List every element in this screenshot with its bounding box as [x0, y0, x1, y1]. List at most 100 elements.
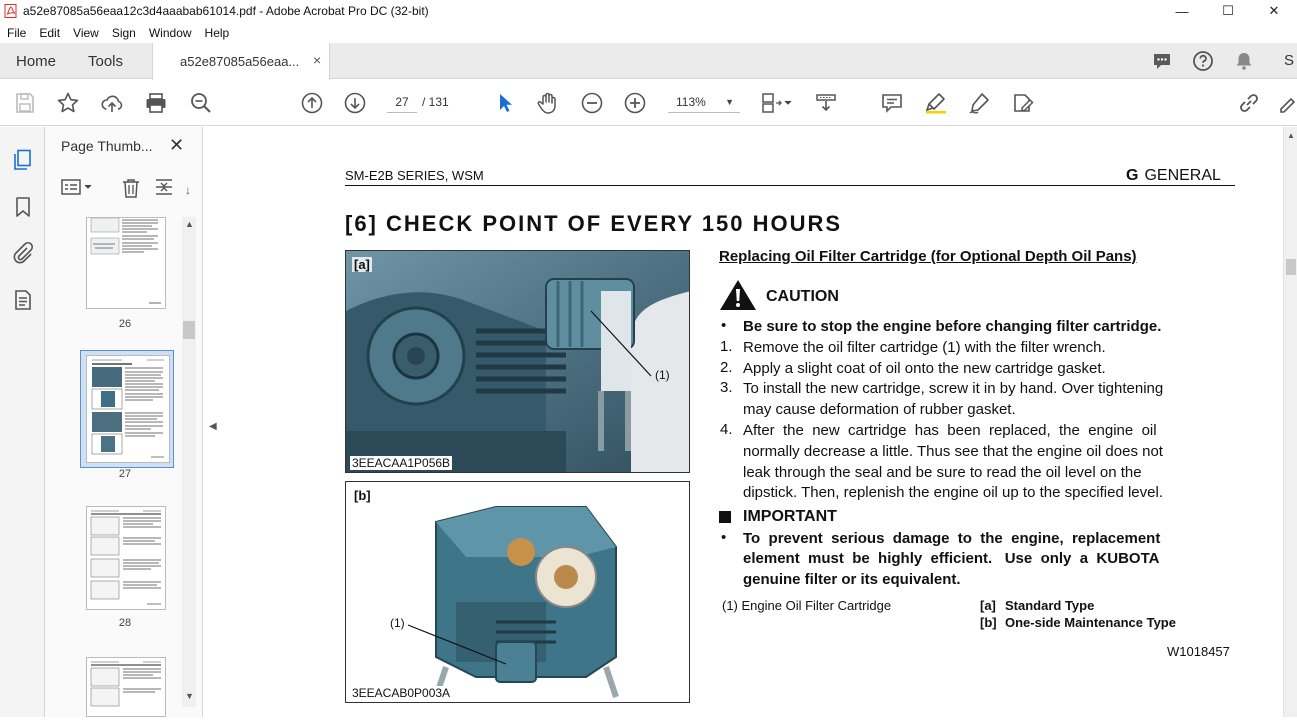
- step-4-line-3: leak through the seal and be sure to rea…: [743, 464, 1142, 481]
- menu-help[interactable]: Help: [198, 26, 236, 40]
- scroll-mode-icon[interactable]: [814, 91, 838, 115]
- important-label: IMPORTANT: [743, 508, 837, 525]
- maximize-button[interactable]: ☐: [1205, 0, 1251, 22]
- photo-b-callout: (1): [390, 616, 405, 630]
- doc-scroll-up-icon[interactable]: ▲: [1287, 131, 1295, 140]
- tab-tools[interactable]: Tools: [88, 53, 123, 70]
- thumbnail-label-28: 28: [118, 617, 132, 629]
- attachments-paperclip-icon[interactable]: [11, 241, 35, 265]
- add-comment-icon[interactable]: [880, 91, 904, 115]
- page-thumbnails-icon[interactable]: [11, 148, 35, 172]
- scroll-up-icon[interactable]: ▲: [185, 219, 194, 229]
- photo-a-tag: [a]: [352, 257, 372, 272]
- zoom-out-icon[interactable]: [580, 91, 604, 115]
- step-4-number: 4.: [720, 421, 733, 438]
- acrobat-pdf-icon: [4, 4, 18, 18]
- notification-bell-icon[interactable]: [1233, 50, 1255, 72]
- edit-pdf-icon[interactable]: [1278, 91, 1297, 115]
- page-number-input[interactable]: 27: [387, 91, 417, 113]
- chevron-down-icon: ▼: [725, 97, 734, 107]
- hand-tool-icon[interactable]: [536, 91, 560, 115]
- legend-item-1: (1) Engine Oil Filter Cartridge: [722, 598, 892, 613]
- more-tools-icon[interactable]: ↓: [185, 183, 191, 197]
- step-4-line-2: normally decrease a little. Thus see tha…: [743, 443, 1163, 460]
- page-fit-icon[interactable]: [760, 91, 796, 115]
- previous-page-icon[interactable]: [300, 91, 324, 115]
- menu-view[interactable]: View: [66, 26, 105, 40]
- thumbnails-scrollbar[interactable]: ▲ ▼: [182, 217, 196, 707]
- zoom-level-select[interactable]: 113% ▼: [668, 91, 740, 113]
- important-line-3: genuine filter or its equivalent.: [743, 571, 961, 588]
- document-scrollbar[interactable]: ▲: [1283, 127, 1297, 717]
- search-zoom-icon[interactable]: [189, 91, 213, 115]
- link-icon[interactable]: [1237, 91, 1261, 115]
- document-view[interactable]: SM-E2B SERIES, WSM G GENERAL [6] CHECK PO…: [221, 127, 1283, 717]
- photo-a-code: 3EEACAA1P056B: [350, 456, 453, 470]
- comment-chat-icon[interactable]: [1151, 50, 1173, 72]
- highlight-pen-icon[interactable]: [924, 91, 948, 115]
- draw-sign-icon[interactable]: [968, 91, 992, 115]
- legend-b-text: One-side Maintenance Type: [1005, 615, 1176, 630]
- thumbnail-page-27[interactable]: [86, 355, 170, 463]
- step-3-line-2: may cause deformation of rubber gasket.: [743, 401, 1016, 418]
- document-reference-code: W1018457: [1167, 644, 1230, 659]
- thumbnails-panel-title: Page Thumb...: [61, 138, 153, 154]
- print-icon[interactable]: [144, 91, 168, 115]
- page-thumbnails-panel: Page Thumb... ✕ ↓ 26 27 28 ▲ ▼: [45, 127, 203, 717]
- photo-b-code: 3EEACAB0P003A: [350, 686, 453, 700]
- select-cursor-icon[interactable]: [493, 91, 517, 115]
- delete-trash-icon[interactable]: [120, 177, 142, 199]
- bookmark-star-icon[interactable]: [56, 91, 80, 115]
- engine-photo-one-side: [b] (1) 3EEACAB0P003A: [345, 481, 690, 703]
- next-page-icon[interactable]: [343, 91, 367, 115]
- thumbnail-page-28[interactable]: [86, 506, 166, 610]
- thumbnail-options-icon[interactable]: [61, 177, 95, 197]
- tab-document-label: a52e87085a56eaa...: [180, 54, 300, 69]
- menu-edit[interactable]: Edit: [32, 26, 66, 40]
- help-icon[interactable]: [1192, 50, 1214, 72]
- minimize-button[interactable]: —: [1159, 0, 1205, 22]
- bookmarks-icon[interactable]: [11, 195, 35, 219]
- caution-row: CAUTION: [719, 279, 839, 316]
- main-toolbar: 27 / 131 113% ▼: [0, 80, 1297, 126]
- warning-triangle-icon: [719, 279, 757, 316]
- page-total: / 131: [422, 95, 449, 109]
- menu-window[interactable]: Window: [142, 26, 198, 40]
- step-2-number: 2.: [720, 359, 733, 376]
- important-heading: IMPORTANT: [719, 508, 837, 526]
- tab-bar: Home Tools a52e87085a56eaa... × S: [0, 43, 1297, 80]
- collapse-panel-icon[interactable]: ◀: [209, 421, 217, 432]
- upload-cloud-icon[interactable]: [100, 91, 124, 115]
- left-navigation-rail: [0, 127, 45, 717]
- close-panel-button[interactable]: ✕: [169, 135, 184, 156]
- zoom-in-icon[interactable]: [623, 91, 647, 115]
- menu-bar: File Edit View Sign Window Help: [0, 22, 1297, 43]
- photo-b-tag: [b]: [352, 488, 373, 503]
- important-square-icon: [719, 511, 731, 523]
- thumbnail-page-29[interactable]: [86, 657, 166, 717]
- zoom-level-value: 113%: [676, 95, 706, 109]
- menu-file[interactable]: File: [0, 26, 32, 40]
- tab-home[interactable]: Home: [16, 53, 56, 70]
- tab-document[interactable]: a52e87085a56eaa... ×: [152, 43, 330, 80]
- page-heading: [6] CHECK POINT OF EVERY 150 HOURS: [345, 211, 843, 236]
- thumbnails-scroll-thumb[interactable]: [183, 321, 195, 339]
- menu-sign[interactable]: Sign: [105, 26, 142, 40]
- legend-b-tag: [b]: [980, 615, 997, 630]
- tab-close-button[interactable]: ×: [313, 52, 321, 68]
- photo-a-callout: (1): [655, 368, 670, 382]
- content-page-icon[interactable]: [11, 288, 35, 312]
- fill-sign-icon[interactable]: [1011, 91, 1035, 115]
- step-3-number: 3.: [720, 379, 733, 396]
- close-window-button[interactable]: ✕: [1251, 0, 1297, 22]
- scroll-down-icon[interactable]: ▼: [185, 691, 194, 701]
- save-icon[interactable]: [13, 91, 37, 115]
- thumbnail-page-26[interactable]: [86, 217, 166, 309]
- caution-bullet-dot: •: [721, 317, 727, 334]
- document-scroll-thumb[interactable]: [1286, 259, 1296, 275]
- step-4-line-1: After the new cartridge has been replace…: [743, 422, 1157, 439]
- sign-in-link[interactable]: S: [1284, 52, 1294, 69]
- panel-splitter[interactable]: ◀: [203, 127, 221, 717]
- section-title: Replacing Oil Filter Cartridge (for Opti…: [719, 248, 1137, 265]
- extract-pages-icon[interactable]: [153, 177, 175, 199]
